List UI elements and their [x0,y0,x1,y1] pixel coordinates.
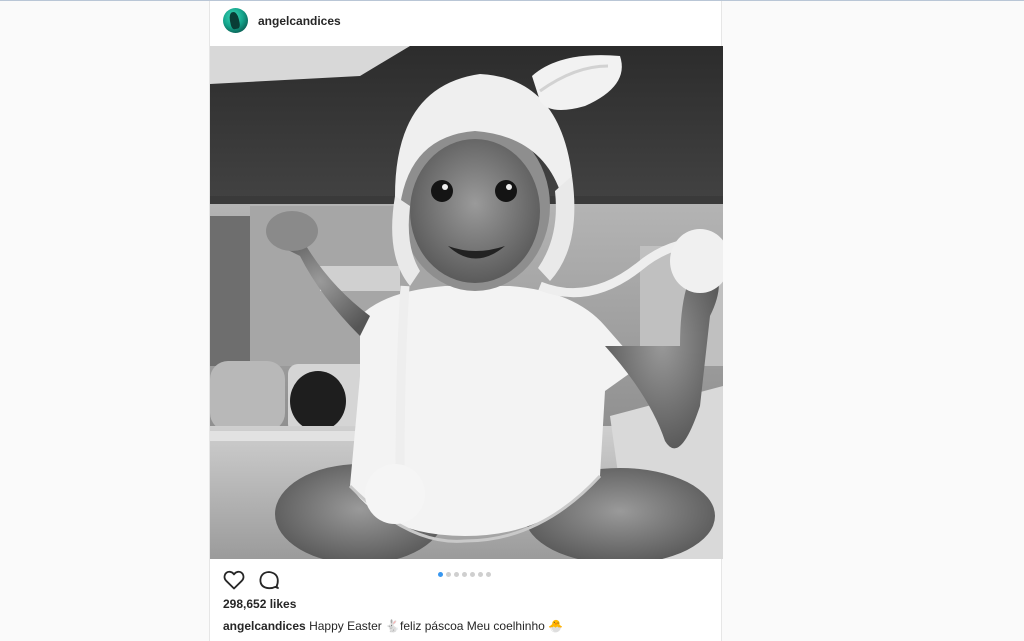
carousel-dot [478,572,483,577]
baby-in-bunny-hat-photo [210,46,723,559]
heart-icon [223,570,245,590]
carousel-dot [486,572,491,577]
username-link[interactable]: angelcandices [258,14,341,29]
carousel-dot [462,572,467,577]
likes-count[interactable]: 298,652 likes [223,597,296,612]
comment-icon [259,571,279,590]
post-header: angelcandices [210,1,721,46]
caption-text: Happy Easter 🐇feliz páscoa Meu coelhinho… [309,619,564,633]
comment-button[interactable] [257,568,281,592]
post-caption: angelcandices Happy Easter 🐇feliz páscoa… [223,619,563,634]
instagram-post: angelcandices 298,652 likes angelcandice… [209,1,723,641]
avatar-figure [228,11,241,30]
post-photo[interactable] [210,46,723,559]
carousel-dot [470,572,475,577]
carousel-dot [446,572,451,577]
carousel-dot [454,572,459,577]
carousel-dot-active [438,572,443,577]
carousel-indicator [438,572,491,578]
caption-username-link[interactable]: angelcandices [223,619,306,633]
post-actions-bar [210,559,721,599]
avatar[interactable] [223,8,248,33]
like-button[interactable] [222,568,246,592]
